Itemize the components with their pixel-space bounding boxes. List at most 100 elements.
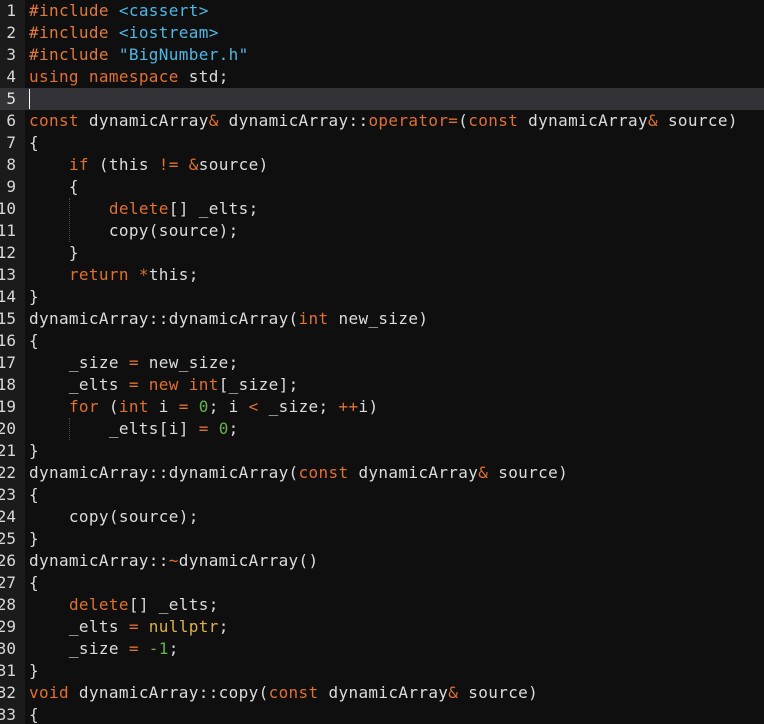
token-op: = (128, 375, 139, 394)
code-line[interactable]: 10 delete[] _elts; (0, 198, 764, 220)
code-text: _elts = nullptr; (29, 616, 229, 638)
token-op: < (248, 397, 259, 416)
code-line[interactable]: 12 } (0, 242, 764, 264)
code-line[interactable]: 32 void dynamicArray::copy(const dynamicA… (0, 682, 764, 704)
token-plain: dynamicArray::dynamicArray( (29, 309, 299, 328)
code-line[interactable]: 4 using namespace std; (0, 66, 764, 88)
token-kw: int (188, 375, 219, 394)
code-line[interactable]: 13 return *this; (0, 264, 764, 286)
token-plain: dynamicArray (78, 111, 209, 130)
token-op: ~ (168, 551, 179, 570)
token-plain: source) (458, 683, 539, 702)
code-text: delete[] _elts; (29, 198, 259, 220)
line-number: 32 (0, 683, 16, 702)
code-line[interactable]: 17 _size = new_size; (0, 352, 764, 374)
line-number: 8 (6, 155, 16, 174)
code-line[interactable]: 3 #include "BigNumber.h" (0, 44, 764, 66)
code-text: #include <iostream> (29, 22, 219, 44)
code-line[interactable]: 27 { (0, 572, 764, 594)
line-number: 14 (0, 287, 16, 306)
token-plain: source) (657, 111, 738, 130)
code-line[interactable]: 1 #include <cassert> (0, 0, 764, 22)
line-number: 25 (0, 529, 16, 548)
token-kw: const (29, 111, 79, 130)
code-text: _size = -1; (29, 638, 179, 660)
code-line[interactable]: 24 copy(source); (0, 506, 764, 528)
code-line[interactable]: 11 copy(source); (0, 220, 764, 242)
code-line[interactable]: 18 _elts = new int[_size]; (0, 374, 764, 396)
code-line[interactable]: 30 _size = -1; (0, 638, 764, 660)
code-lines[interactable]: 1 #include <cassert> 2 #include <iostream> 3… (0, 0, 764, 724)
code-line[interactable]: 23 { (0, 484, 764, 506)
code-line[interactable]: 26 dynamicArray::~dynamicArray() (0, 550, 764, 572)
code-line[interactable]: 29 _elts = nullptr; (0, 616, 764, 638)
token-plain: _size; (258, 397, 339, 416)
line-number: 27 (0, 573, 16, 592)
token-kw: return (68, 265, 129, 284)
token-kw: new (148, 375, 179, 394)
code-text: dynamicArray::~dynamicArray() (29, 550, 319, 572)
token-kw: delete (68, 595, 129, 614)
token-plain: ; (218, 617, 229, 636)
code-text: #include "BigNumber.h" (29, 44, 249, 66)
token-kw: delete (108, 199, 169, 218)
code-text: copy(source); (29, 506, 199, 528)
code-text: } (29, 440, 39, 462)
token-const: nullptr (148, 617, 219, 636)
text-caret (29, 89, 30, 109)
token-plain: { (29, 705, 39, 724)
code-text: { (29, 704, 39, 724)
code-line[interactable]: 28 delete[] _elts; (0, 594, 764, 616)
token-plain: dynamicArray (518, 111, 648, 130)
code-line[interactable]: 31} (0, 660, 764, 682)
code-line[interactable]: 22 dynamicArray::dynamicArray(const dynam… (0, 462, 764, 484)
line-number: 1 (6, 1, 16, 20)
code-line[interactable]: 19 for (int i = 0; i < _size; ++i) (0, 396, 764, 418)
token-plain: dynamicArray (318, 683, 449, 702)
token-plain: _elts (29, 617, 129, 636)
line-number: 21 (0, 441, 16, 460)
token-plain: this; (148, 265, 199, 284)
code-editor[interactable]: 1 #include <cassert> 2 #include <iostream> 3… (0, 0, 764, 724)
code-text: dynamicArray::dynamicArray(const dynamic… (29, 462, 568, 484)
token-plain: { (29, 133, 39, 152)
token-plain: dynamicArray::copy( (68, 683, 269, 702)
code-line[interactable]: 33 { (0, 704, 764, 724)
code-text: _elts[i] = 0; (29, 418, 239, 440)
line-number: 26 (0, 551, 16, 570)
code-line[interactable]: 6 const dynamicArray& dynamicArray::opera… (0, 110, 764, 132)
token-op: = (178, 397, 189, 416)
code-text: delete[] _elts; (29, 594, 219, 616)
code-text: } (29, 286, 39, 308)
token-plain: copy(source); (29, 221, 239, 240)
code-line[interactable]: 21} (0, 440, 764, 462)
line-number: 19 (0, 397, 16, 416)
code-line[interactable]: 14} (0, 286, 764, 308)
code-line[interactable]: 25} (0, 528, 764, 550)
code-line[interactable]: 8 if (this != &source) (0, 154, 764, 176)
code-line[interactable]: 5 (0, 88, 764, 110)
line-number: 10 (0, 199, 16, 218)
code-line[interactable]: 9 { (0, 176, 764, 198)
token-plain: new_size; (138, 353, 239, 372)
indent-guide (69, 198, 70, 242)
code-line[interactable]: 15 dynamicArray::dynamicArray(int new_siz… (0, 308, 764, 330)
code-line[interactable]: 7{ (0, 132, 764, 154)
line-number: 24 (0, 507, 16, 526)
token-num: 0 (198, 397, 209, 416)
code-text: copy(source); (29, 220, 239, 242)
token-op: & (478, 463, 489, 482)
code-line[interactable]: 2 #include <iostream> (0, 22, 764, 44)
code-line[interactable]: 16 { (0, 330, 764, 352)
code-text: void dynamicArray::copy(const dynamicArr… (29, 682, 538, 704)
token-plain: [_size]; (218, 375, 299, 394)
code-text: _elts = new int[_size]; (29, 374, 299, 396)
token-op: & (448, 683, 459, 702)
code-line[interactable]: 20 _elts[i] = 0; (0, 418, 764, 440)
